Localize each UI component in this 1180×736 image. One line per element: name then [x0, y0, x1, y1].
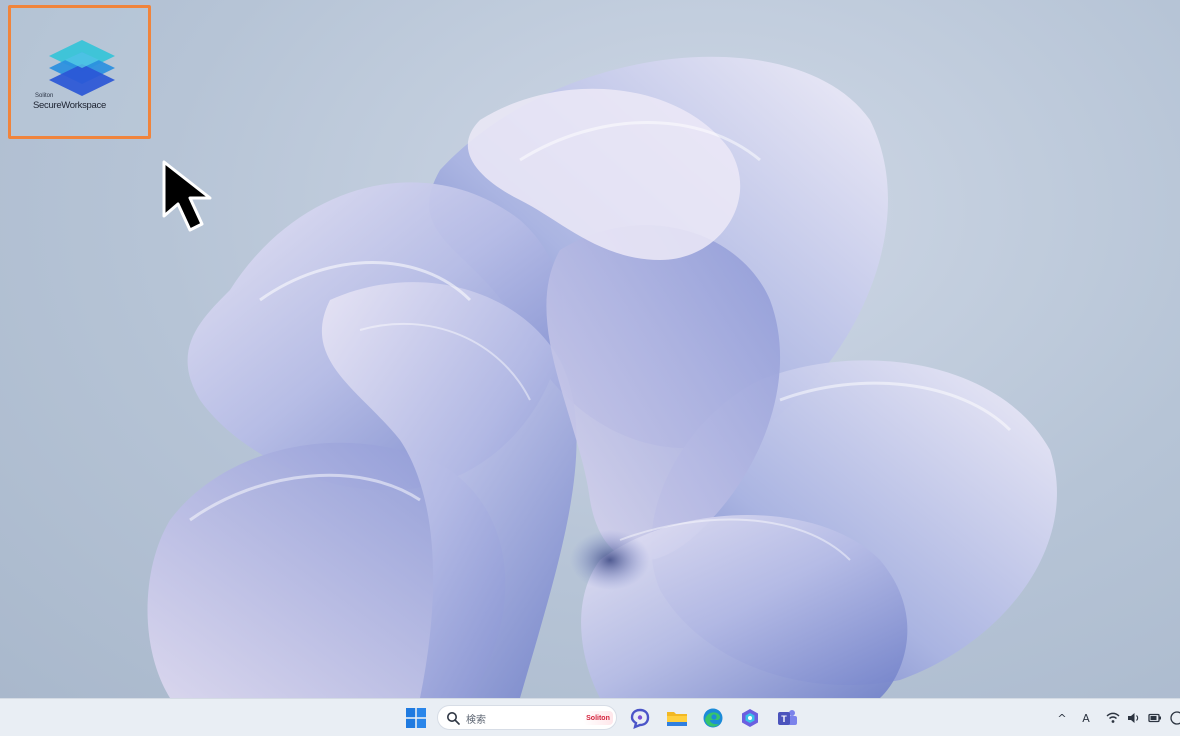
search-icon: [447, 712, 460, 725]
desktop: Soliton SecureWorkspace: [0, 0, 1180, 698]
start-button[interactable]: [404, 706, 428, 730]
wallpaper-bloom: [147, 56, 1057, 698]
clock-area[interactable]: [1168, 708, 1180, 728]
shortcut-app-label: SecureWorkspace: [33, 100, 106, 111]
volume-status[interactable]: [1125, 708, 1143, 728]
file-explorer-button[interactable]: [665, 706, 689, 730]
search-placeholder: 検索: [466, 715, 486, 726]
shortcut-vendor-label: Soliton: [35, 93, 54, 99]
mouse-cursor-icon: [162, 160, 212, 232]
battery-status[interactable]: [1146, 708, 1164, 728]
copilot-icon: [630, 708, 650, 729]
wifi-status[interactable]: [1104, 708, 1122, 728]
search-highlight-badge: Soliton: [583, 711, 613, 725]
file-explorer-icon: [667, 712, 687, 726]
secureworkspace-logo-icon: [49, 40, 115, 96]
taskbar-search-box[interactable]: 検索 Soliton: [437, 705, 617, 730]
windows-start-icon: [406, 708, 426, 728]
ime-indicator[interactable]: A: [1078, 708, 1094, 728]
svg-text:T: T: [781, 714, 787, 724]
teams-button[interactable]: T: [775, 706, 799, 730]
notification-icon: [1170, 711, 1180, 725]
wifi-icon: [1106, 712, 1120, 723]
app-button[interactable]: [738, 706, 762, 730]
teams-icon: T: [778, 710, 797, 725]
copilot-button[interactable]: [628, 706, 652, 730]
app-icon: [742, 709, 758, 727]
taskbar: 検索 Soliton T ^ A: [0, 698, 1180, 736]
speaker-icon: [1128, 713, 1139, 723]
edge-icon: [703, 708, 723, 728]
secureworkspace-shortcut[interactable]: Soliton SecureWorkspace: [8, 5, 151, 139]
edge-button[interactable]: [701, 706, 725, 730]
tray-overflow-button[interactable]: ^: [1054, 708, 1070, 728]
battery-icon: [1148, 713, 1161, 723]
